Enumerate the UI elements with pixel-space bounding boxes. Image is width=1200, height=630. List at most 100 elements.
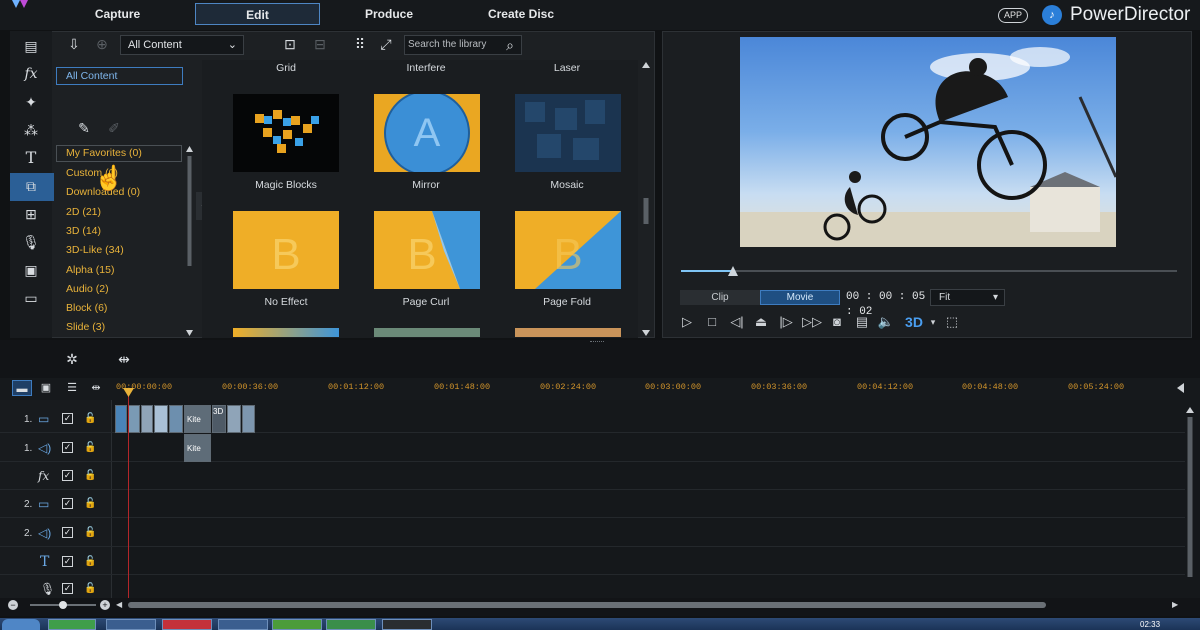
taskbar-app[interactable] xyxy=(162,619,212,630)
all-content-item[interactable]: All Content xyxy=(56,67,183,85)
clip-mode-button[interactable]: Clip xyxy=(680,290,760,305)
category-item[interactable]: 3D-Like (34) xyxy=(66,244,124,256)
category-item[interactable]: Slide (3) xyxy=(66,321,105,333)
snapshot-icon[interactable]: ◙ xyxy=(828,313,846,331)
notification-bell-icon[interactable]: ♪ xyxy=(1042,5,1062,25)
add-tag-icon[interactable]: ✎ xyxy=(74,118,94,138)
taskbar-app[interactable] xyxy=(272,619,322,630)
zoom-fit-select[interactable]: Fit ▾ xyxy=(930,289,1005,306)
subtitle-room-icon[interactable]: ▭ xyxy=(21,288,41,308)
lock-icon[interactable]: 🔓 xyxy=(84,583,96,594)
content-filter-select[interactable]: All Content ⌄ xyxy=(120,35,244,55)
track-enable-checkbox[interactable]: ✓ xyxy=(62,413,73,424)
track-enable-checkbox[interactable]: ✓ xyxy=(62,470,73,481)
thumbnail-mirror[interactable]: A xyxy=(374,94,480,172)
track-enable-checkbox[interactable]: ✓ xyxy=(62,556,73,567)
play-icon[interactable]: ▷ xyxy=(678,313,696,331)
preview-scrub-track[interactable] xyxy=(681,270,1177,272)
playhead-line[interactable] xyxy=(128,388,129,600)
taskbar-app[interactable] xyxy=(382,619,432,630)
import-media-icon[interactable]: ⇩ xyxy=(64,34,84,54)
start-button[interactable] xyxy=(2,619,40,630)
thumbnail-partial[interactable] xyxy=(515,328,621,337)
preview-video-frame[interactable] xyxy=(740,37,1116,247)
taskbar-app[interactable] xyxy=(106,619,156,630)
video-clip[interactable] xyxy=(169,405,183,433)
lock-icon[interactable]: 🔓 xyxy=(84,527,96,538)
zoom-slider-thumb[interactable] xyxy=(59,601,67,609)
track-enable-checkbox[interactable]: ✓ xyxy=(62,442,73,453)
video-clip[interactable] xyxy=(115,405,127,433)
video-clip[interactable] xyxy=(227,405,241,433)
movie-mode-button[interactable]: Movie xyxy=(760,290,840,305)
grid-view-icon[interactable]: ⠿ xyxy=(350,34,370,54)
add-to-timeline-icon[interactable]: ⊡ xyxy=(280,34,300,54)
storyboard-view-icon[interactable]: ▣ xyxy=(36,380,56,396)
thumbnail-page-fold[interactable]: B xyxy=(515,211,621,289)
lock-icon[interactable]: 🔓 xyxy=(84,556,96,567)
category-scrollbar[interactable] xyxy=(186,146,193,336)
thumbnail-mosaic[interactable] xyxy=(515,94,621,172)
taskbar-app[interactable] xyxy=(48,619,96,630)
library-scrollbar[interactable] xyxy=(640,60,652,338)
scroll-right-icon[interactable]: ▶ xyxy=(1172,600,1178,609)
thumbnail-partial[interactable] xyxy=(374,328,480,337)
zoom-out-icon[interactable]: − xyxy=(8,600,18,610)
video-clip[interactable] xyxy=(128,405,140,433)
video-clip[interactable] xyxy=(154,405,168,433)
split-clip-icon[interactable]: ⇹ xyxy=(114,349,134,369)
category-item[interactable]: 2D (21) xyxy=(66,206,101,218)
lock-icon[interactable]: 🔓 xyxy=(84,413,96,424)
timeline-vscrollbar[interactable] xyxy=(1185,405,1195,600)
resize-grip[interactable] xyxy=(590,341,604,343)
transition-room-icon[interactable]: ⧉ xyxy=(21,176,41,196)
lock-icon[interactable]: 🔓 xyxy=(84,498,96,509)
timeline-view-icon[interactable]: ▬ xyxy=(12,380,32,396)
video-clip[interactable] xyxy=(141,405,153,433)
scroll-left-icon[interactable]: ◀ xyxy=(116,600,122,609)
3d-dropdown-icon[interactable]: ▾ xyxy=(924,313,942,331)
taskbar-app[interactable] xyxy=(326,619,376,630)
category-item[interactable]: My Favorites (0) xyxy=(56,145,182,162)
stop-icon[interactable]: □ xyxy=(703,313,721,331)
split-icon[interactable]: ⏏ xyxy=(752,313,770,331)
track-enable-checkbox[interactable]: ✓ xyxy=(62,498,73,509)
next-frame-icon[interactable]: |▷ xyxy=(777,313,795,331)
undock-preview-icon[interactable]: ⬚ xyxy=(943,313,961,331)
title-room-icon[interactable]: T xyxy=(21,148,41,168)
thumbnail-no-effect[interactable]: B xyxy=(233,211,339,289)
pip-room-icon[interactable]: ✦ xyxy=(21,92,41,112)
ruler-scroll-icon[interactable] xyxy=(1175,380,1187,396)
chapter-room-icon[interactable]: ▣ xyxy=(21,260,41,280)
track-enable-checkbox[interactable]: ✓ xyxy=(62,583,73,594)
category-item[interactable]: Block (6) xyxy=(66,302,107,314)
fit-timeline-icon[interactable]: ⇹ xyxy=(86,380,106,396)
expand-icon[interactable]: ⤢ xyxy=(376,34,396,54)
3d-clip[interactable]: 3D xyxy=(212,405,226,433)
tab-edit[interactable]: Edit xyxy=(195,3,320,25)
tab-produce[interactable]: Produce xyxy=(340,3,438,25)
timeline-ruler[interactable] xyxy=(0,378,1200,400)
subtitle-icon[interactable]: ▤ xyxy=(853,313,871,331)
fx-room-icon[interactable]: fx xyxy=(21,64,41,84)
category-item[interactable]: Alpha (15) xyxy=(66,264,114,276)
search-icon[interactable]: ⌕ xyxy=(500,35,520,55)
timecode-display[interactable]: 00 : 00 : 05 : 02 xyxy=(846,290,926,318)
fast-forward-icon[interactable]: ▷▷ xyxy=(802,313,822,331)
kite-audio-clip[interactable]: Kite xyxy=(184,434,211,462)
zoom-in-icon[interactable]: + xyxy=(100,600,110,610)
magic-tools-icon[interactable]: ✲ xyxy=(62,349,82,369)
tab-create-disc[interactable]: Create Disc xyxy=(470,3,572,25)
previous-frame-icon[interactable]: ◁| xyxy=(728,313,746,331)
audio-mixing-icon[interactable]: ⊞ xyxy=(21,204,41,224)
3d-mode-icon[interactable]: 3D xyxy=(903,313,925,331)
voice-over-icon[interactable]: 🎙 xyxy=(21,232,41,252)
app-badge[interactable]: APP xyxy=(998,8,1029,23)
lock-icon[interactable]: 🔓 xyxy=(84,470,96,481)
track-manager-icon[interactable]: ☰ xyxy=(62,380,82,396)
volume-icon[interactable]: 🔈 xyxy=(877,313,895,331)
media-room-icon[interactable]: ▤ xyxy=(21,36,41,56)
taskbar-app[interactable] xyxy=(218,619,268,630)
thumbnail-page-curl[interactable]: B xyxy=(374,211,480,289)
tab-capture[interactable]: Capture xyxy=(60,3,175,25)
